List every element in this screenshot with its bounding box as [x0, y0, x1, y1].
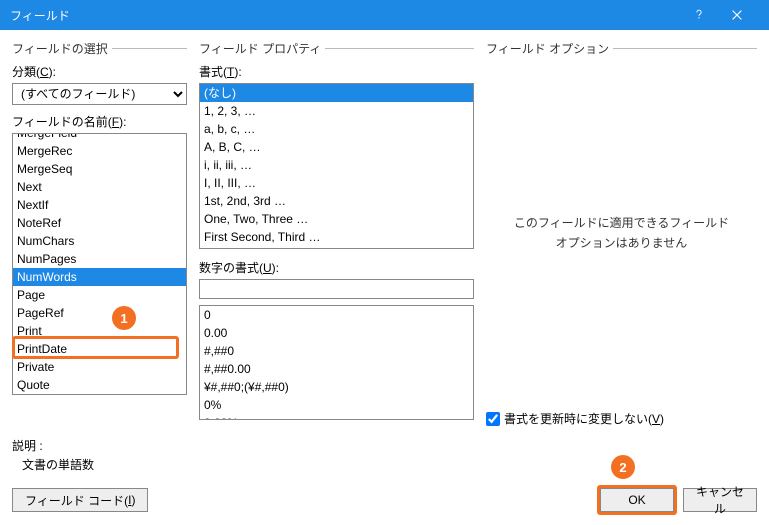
list-item[interactable]: i, ii, iii, …: [200, 156, 473, 174]
group-field-options: フィールド オプション: [486, 40, 609, 57]
list-item[interactable]: ¥#,##0;(¥#,##0): [200, 378, 473, 396]
description-text: 文書の単語数: [12, 456, 757, 473]
numformat-listbox[interactable]: 00.00#,##0#,##0.00¥#,##0;(¥#,##0)0%0.00%: [199, 305, 474, 420]
list-item[interactable]: Quote: [13, 376, 186, 394]
list-item[interactable]: (なし): [200, 84, 473, 102]
list-item[interactable]: hex …: [200, 246, 473, 249]
list-item[interactable]: Print: [13, 322, 186, 340]
list-item[interactable]: 1st, 2nd, 3rd …: [200, 192, 473, 210]
list-item[interactable]: Next: [13, 178, 186, 196]
numformat-input[interactable]: [199, 279, 474, 299]
list-item[interactable]: One, Two, Three …: [200, 210, 473, 228]
field-codes-button[interactable]: フィールド コード(I): [12, 488, 148, 512]
preserve-format-checkbox[interactable]: [486, 412, 500, 426]
help-icon: [692, 8, 706, 22]
list-item[interactable]: MergeSeq: [13, 160, 186, 178]
list-item[interactable]: I, II, III, …: [200, 174, 473, 192]
category-select[interactable]: (すべてのフィールド): [12, 83, 187, 105]
list-item[interactable]: First Second, Third …: [200, 228, 473, 246]
list-item[interactable]: NumWords: [13, 268, 186, 286]
list-item[interactable]: 0.00%: [200, 414, 473, 420]
list-item[interactable]: 0.00: [200, 324, 473, 342]
numformat-label: 数字の書式(U):: [199, 259, 474, 276]
divider: [112, 48, 187, 49]
preserve-format-checkbox-row[interactable]: 書式を更新時に変更しない(V): [486, 410, 757, 427]
fieldname-label: フィールドの名前(F):: [12, 113, 187, 130]
list-item[interactable]: A, B, C, …: [200, 138, 473, 156]
list-item[interactable]: Private: [13, 358, 186, 376]
list-item[interactable]: NumChars: [13, 232, 186, 250]
list-item[interactable]: #,##0: [200, 342, 473, 360]
group-field-properties: フィールド プロパティ: [199, 40, 321, 57]
list-item[interactable]: 1, 2, 3, …: [200, 102, 473, 120]
no-options-message: このフィールドに適用できるフィールドオプションはありません: [486, 63, 757, 404]
cancel-button[interactable]: キャンセル: [683, 488, 757, 512]
category-label: 分類(C):: [12, 63, 187, 80]
help-button[interactable]: [684, 0, 714, 30]
dialog-title: フィールド: [10, 7, 684, 24]
list-item[interactable]: NumPages: [13, 250, 186, 268]
list-item[interactable]: PageRef: [13, 304, 186, 322]
group-field-select: フィールドの選択: [12, 40, 108, 57]
close-button[interactable]: [714, 0, 759, 30]
divider: [325, 48, 474, 49]
fieldname-listbox[interactable]: LinkListNumMacroButtonMergeFieldMergeRec…: [12, 133, 187, 395]
description-section: 説明 : 文書の単語数: [12, 437, 757, 473]
preserve-format-label: 書式を更新時に変更しない(V): [504, 410, 664, 427]
list-item[interactable]: MergeRec: [13, 142, 186, 160]
ok-button[interactable]: OK: [600, 488, 674, 512]
list-item[interactable]: #,##0.00: [200, 360, 473, 378]
close-icon: [730, 8, 744, 22]
description-label: 説明 :: [12, 437, 757, 454]
list-item[interactable]: 0%: [200, 396, 473, 414]
format-label: 書式(T):: [199, 63, 474, 80]
list-item[interactable]: MergeField: [13, 133, 186, 142]
divider: [613, 48, 757, 49]
list-item[interactable]: 0: [200, 306, 473, 324]
format-listbox[interactable]: (なし)1, 2, 3, …a, b, c, …A, B, C, …i, ii,…: [199, 83, 474, 249]
list-item[interactable]: Page: [13, 286, 186, 304]
list-item[interactable]: PrintDate: [13, 340, 186, 358]
list-item[interactable]: NextIf: [13, 196, 186, 214]
list-item[interactable]: a, b, c, …: [200, 120, 473, 138]
title-bar: フィールド: [0, 0, 769, 30]
list-item[interactable]: NoteRef: [13, 214, 186, 232]
